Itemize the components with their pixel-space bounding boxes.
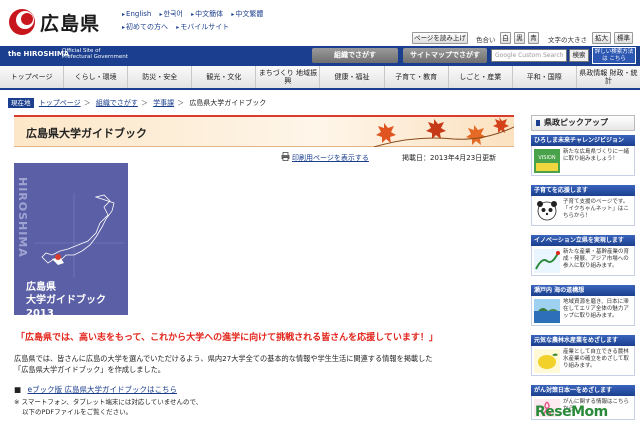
sidebar-item-title[interactable]: ひろしま未来チャレンジビジョン [531, 135, 635, 146]
svg-text:VISION: VISION [538, 155, 555, 161]
lang-link-chinese-simplified[interactable]: 中文簡体 [191, 9, 223, 19]
sidebar-item-text: 子育て支援のページです。「イクちゃんネット」はこちらから！ [563, 199, 629, 219]
breadcrumb-top[interactable]: トップページ [39, 99, 81, 107]
page-title-banner: 広島県大学ガイドブック [14, 115, 514, 147]
breadcrumb-current: 広島県大学ガイドブック [189, 99, 267, 107]
prefecture-english-name: the HIROSHIMA [8, 50, 70, 58]
sidebar-item-setouchi[interactable]: 瀬戸内 海の道構想 地域資源を磨き、日本に滞在してエリア全体の魅力アップに取り組… [531, 285, 635, 326]
cover-title: 広島県 大学ガイドブック 2013 [26, 281, 128, 315]
breadcrumb: 現在地 トップページ＞ 組織でさがす＞ 学事課＞ 広島県大学ガイドブック [8, 97, 266, 108]
nav-community[interactable]: まちづくり 地域振興 [256, 66, 321, 88]
prefecture-subtitle: Official Site of Prefectural Government [62, 48, 128, 60]
search-button[interactable]: 検索 [569, 49, 589, 62]
sidebar-heading: 県政ピックアップ [531, 115, 635, 131]
sidebar-item-title[interactable]: 元気な農林水産業をめざします [531, 335, 635, 346]
nav-life[interactable]: くらし・環境 [64, 66, 129, 88]
global-navigation: トップページ くらし・環境 防災・安全 観光・文化 まちづくり 地域振興 健康・… [0, 66, 640, 90]
vision-banner-icon: VISION [534, 149, 560, 173]
sea-scenery-icon [534, 299, 560, 323]
site-header: 広島県 English 한국어 中文簡体 中文繁體 初めての方へ モバイルサイト… [0, 0, 640, 46]
sidebar-item-text: 産業として自立できる農林水産業の確立をめざして取り組みます。 [563, 349, 629, 369]
body-text: 広島県では、皆さんに広島の大学を選んでいただけるよう、県内27大学全ての基本的な… [14, 353, 514, 375]
sitemap-search-button[interactable]: サイトマップでさがす [403, 48, 487, 63]
ebook-link[interactable]: eブック版 広島県大学ガイドブックはこちら [27, 385, 177, 394]
innovation-chart-icon [534, 249, 560, 273]
nav-tourism[interactable]: 観光・文化 [192, 66, 257, 88]
nav-government[interactable]: 県政情報 財政・統計 [577, 66, 640, 88]
sidebar-item-title[interactable]: 瀬戸内 海の道構想 [531, 285, 635, 296]
print-page-link[interactable]: 印刷用ページを表示する [292, 153, 369, 163]
sidebar-item-text: 地域資源を磨き、日本に滞在してエリア全体の魅力アップに取り組みます。 [563, 299, 629, 319]
org-search-button[interactable]: 組織でさがす [312, 48, 398, 63]
logo-text[interactable]: 広島県 [40, 9, 100, 36]
posted-date: 掲載日：2013年4月23日更新 [402, 154, 497, 162]
cover-title-line1: 広島県 [26, 282, 56, 293]
language-links: English 한국어 中文簡体 中文繁體 初めての方へ モバイルサイト [122, 9, 292, 35]
nav-safety[interactable]: 防災・安全 [128, 66, 193, 88]
sidebar-item-vision[interactable]: ひろしま未来チャレンジビジョン VISION 新たな広島県づくりに一緒に取り組み… [531, 135, 635, 176]
sidebar-item-agriculture[interactable]: 元気な農林水産業をめざします 産業として自立できる農林水産業の確立をめざして取り… [531, 335, 635, 376]
japan-map-icon [34, 193, 124, 278]
color-label: 色合い [476, 36, 496, 44]
first-time-link[interactable]: 初めての方へ [122, 22, 168, 32]
sidebar-item-innovation[interactable]: イノベーション立県を実現します 新たな産業・基幹産業の育成・発展、アジア市場への… [531, 235, 635, 276]
nav-health[interactable]: 健康・福祉 [320, 66, 385, 88]
nav-top[interactable]: トップページ [0, 66, 65, 88]
autumn-leaves-icon [373, 117, 514, 147]
sidebar-item-childcare[interactable]: 子育てを応援します 子育て支援のページです。「イクちゃんネット」はこちらから！ [531, 185, 635, 226]
resemom-watermark: ReseMom [535, 404, 608, 420]
font-standard-button[interactable]: 標準 [614, 32, 633, 44]
font-size-label: 文字の大きさ [548, 36, 587, 44]
breadcrumb-org[interactable]: 組織でさがす [96, 99, 138, 107]
mobile-site-link[interactable]: モバイルサイト [176, 22, 229, 32]
page-title: 広島県大学ガイドブック [26, 127, 147, 140]
note-line1: ※ スマートフォン、タブレット端末には対応していませんので、 [14, 398, 203, 406]
lang-link-chinese-traditional[interactable]: 中文繁體 [231, 9, 263, 19]
sidebar-item-text: 新たな産業・基幹産業の育成・発展、アジア市場への参入に取り組みます。 [563, 249, 630, 269]
panda-mascot-icon [537, 201, 557, 221]
color-blue-button[interactable]: 青 [528, 32, 539, 44]
square-bullet-icon: ■ [14, 385, 22, 394]
color-white-button[interactable]: 白 [500, 32, 511, 44]
lemon-icon [534, 349, 560, 373]
body-line1: 広島県では、皆さんに広島の大学を選んでいただけるよう、県内27大学全ての基本的な… [14, 354, 433, 363]
ebook-item: ■ eブック版 広島県大学ガイドブックはこちら [14, 384, 177, 395]
sidebar-item-text: 新たな広島県づくりに一緒に取り組みましょう！ [563, 149, 630, 162]
breadcrumb-here-label: 現在地 [8, 98, 34, 108]
pref-sub-line2: Prefectural Government [62, 54, 128, 60]
sidebar-item-title[interactable]: がん対策日本一をめざします [531, 385, 635, 396]
read-aloud-button[interactable]: ページを読み上げ [412, 32, 468, 44]
lang-link-korean[interactable]: 한국어 [160, 9, 183, 19]
lang-link-english[interactable]: English [122, 10, 151, 18]
color-black-button[interactable]: 黒 [514, 32, 525, 44]
guidebook-cover-image[interactable]: HIROSHIMA 広島県 大学ガイドブック 2013 [14, 163, 128, 315]
lead-message: 「広島県では、高い志をもって、これから大学への進学に向けて挑戦される皆さんを応援… [16, 333, 438, 343]
sidebar-item-title[interactable]: イノベーション立県を実現します [531, 235, 635, 246]
sidebar-item-title[interactable]: 子育てを応援します [531, 185, 635, 196]
cover-vertical-text: HIROSHIMA [16, 177, 29, 258]
device-note: ※ スマートフォン、タブレット端末には対応していませんので、 以下のPDFファイ… [14, 397, 202, 417]
detailed-search-link[interactable]: 詳しい検索方法は こちら [592, 47, 636, 64]
printer-icon[interactable] [281, 152, 290, 161]
nav-industry[interactable]: しごと・産業 [449, 66, 513, 88]
site-search-input[interactable]: Google Custom Search [491, 49, 567, 62]
body-line2: 「広島県大学ガイドブック」を作成しました。 [14, 365, 165, 374]
nav-education[interactable]: 子育て・教育 [385, 66, 449, 88]
nav-peace[interactable]: 平和・国際 [513, 66, 577, 88]
note-line2: 以下のPDFファイルをご覧ください。 [22, 408, 133, 416]
cover-title-line2: 大学ガイドブック 2013 [26, 295, 106, 315]
hiroshima-logo-icon[interactable] [8, 8, 36, 36]
font-enlarge-button[interactable]: 拡大 [592, 32, 611, 44]
breadcrumb-department[interactable]: 学事課 [153, 99, 174, 107]
